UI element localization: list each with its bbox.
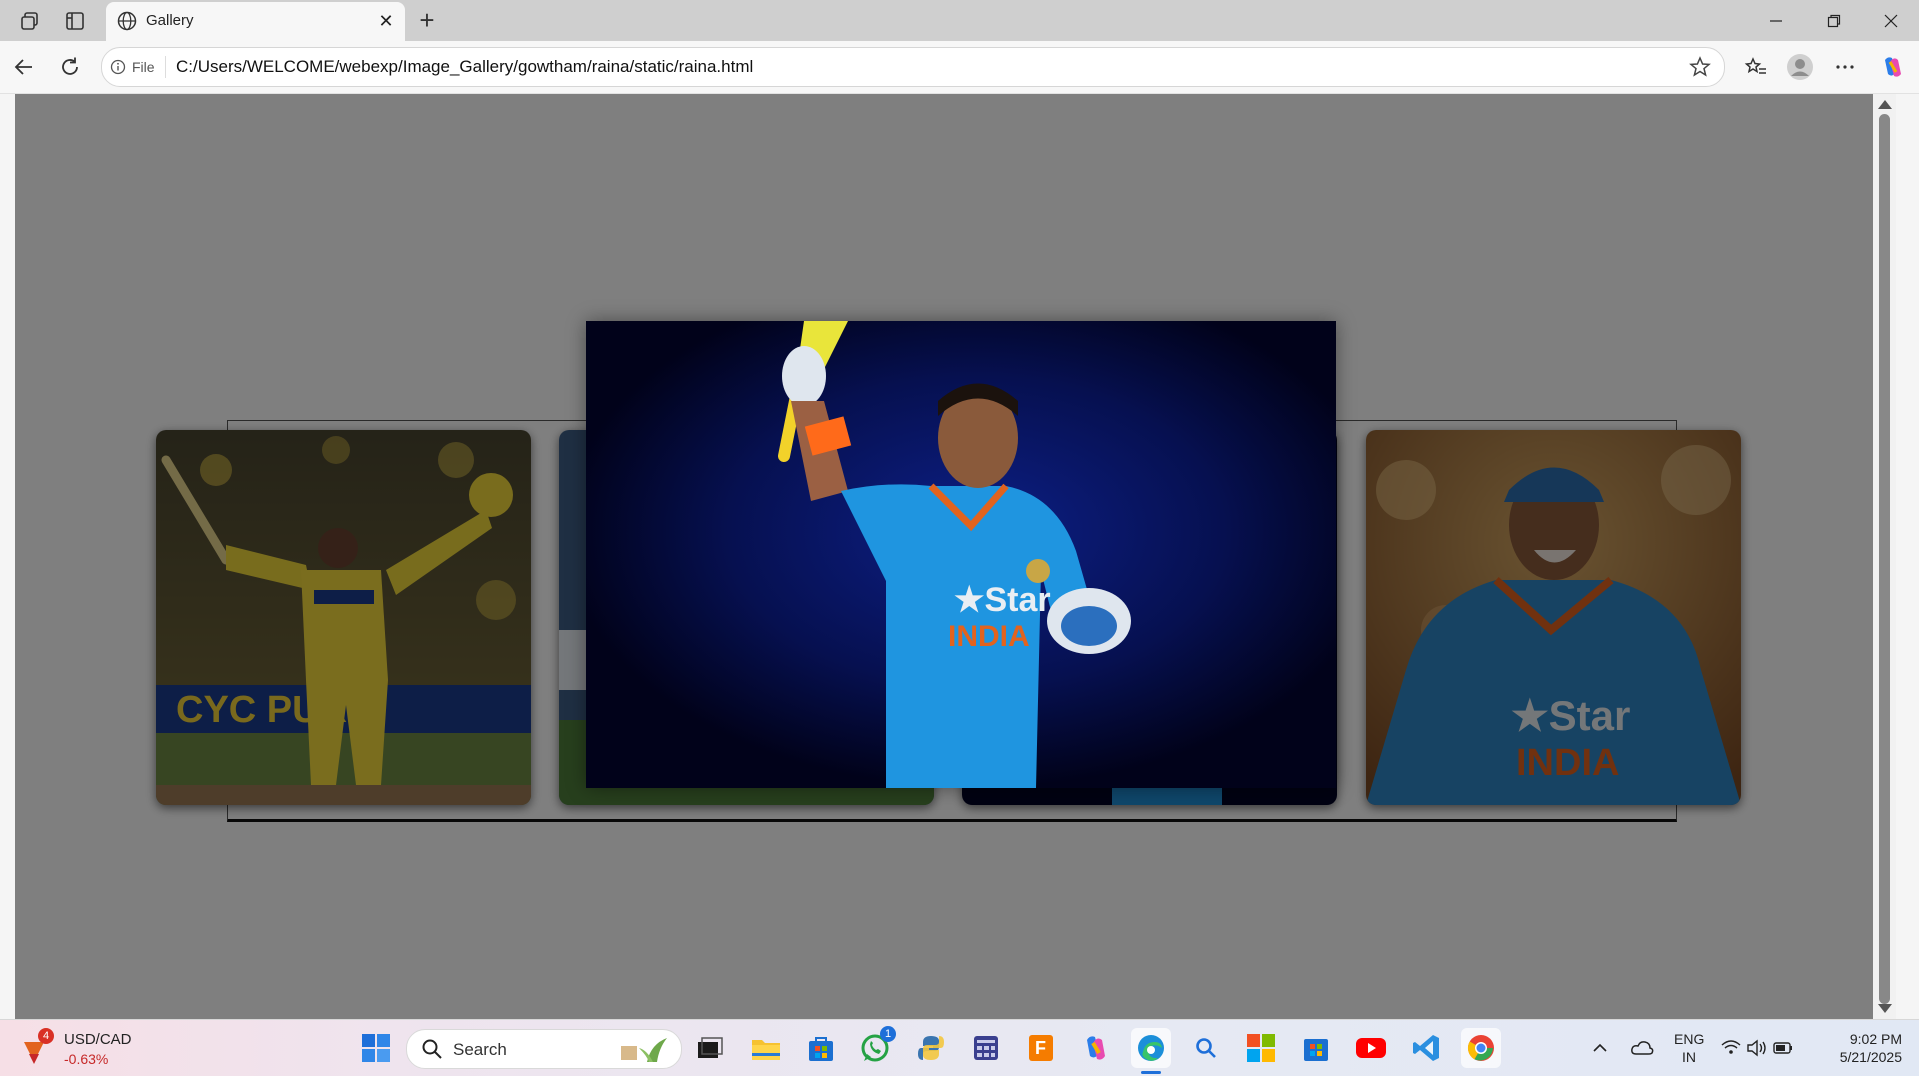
widgets-badge: 4	[38, 1028, 54, 1044]
tab-gallery[interactable]: Gallery ✕	[106, 2, 405, 41]
file-explorer-app[interactable]	[746, 1028, 786, 1068]
region-text: IN	[1682, 1049, 1696, 1065]
search-app[interactable]	[1186, 1028, 1226, 1068]
vscode-app[interactable]	[1406, 1028, 1446, 1068]
search-label: Search	[453, 1040, 507, 1059]
close-tab-icon[interactable]: ✕	[375, 10, 397, 32]
whatsapp-app[interactable]: 1	[856, 1026, 896, 1068]
edge-icon	[1138, 1035, 1164, 1061]
settings-more-button[interactable]	[1829, 51, 1861, 83]
grid-app-icon	[974, 1036, 998, 1060]
python-app[interactable]	[911, 1028, 951, 1068]
tab-strip: Gallery ✕ +	[0, 0, 1919, 41]
chrome-icon	[1467, 1035, 1494, 1061]
python-icon	[918, 1036, 944, 1060]
profile-button[interactable]	[1784, 51, 1816, 83]
onedrive-button[interactable]	[1622, 1028, 1662, 1068]
ticker-change: -0.63%	[64, 1051, 109, 1067]
quick-settings-button[interactable]	[1718, 1032, 1798, 1064]
f-app-icon: F	[1029, 1035, 1053, 1061]
clock[interactable]: 9:02 PM 5/21/2025	[1812, 1028, 1908, 1068]
chevron-up-icon	[1593, 1043, 1607, 1052]
clock-time: 9:02 PM	[1849, 1031, 1902, 1047]
vscode-icon	[1413, 1035, 1439, 1061]
close-window-button[interactable]	[1871, 6, 1911, 36]
edge-app[interactable]	[1131, 1028, 1171, 1074]
workspaces-icon[interactable]	[17, 8, 43, 34]
site-info-button[interactable]: File	[110, 56, 166, 78]
url-text[interactable]: C:/Users/WELCOME/webexp/Image_Gallery/go…	[176, 57, 753, 77]
page-viewport: CYC PUR	[0, 94, 1919, 1019]
microsoft-logo-icon	[1247, 1034, 1275, 1062]
widgets-button[interactable]: 4 USD/CAD -0.63%	[20, 1028, 140, 1070]
favorite-star-icon[interactable]	[1688, 55, 1712, 79]
calculator-app[interactable]	[966, 1028, 1006, 1068]
store-app-2[interactable]	[1296, 1028, 1336, 1068]
magnifier-icon	[1196, 1038, 1216, 1058]
fiverr-app[interactable]: F	[1021, 1028, 1061, 1068]
youtube-icon	[1356, 1038, 1386, 1058]
scroll-down-arrow-icon[interactable]	[1878, 1004, 1892, 1013]
scroll-up-arrow-icon[interactable]	[1878, 100, 1892, 109]
globe-icon	[117, 11, 137, 31]
avatar	[1787, 54, 1813, 80]
chrome-app[interactable]	[1461, 1028, 1501, 1068]
scroll-thumb[interactable]	[1879, 114, 1890, 1004]
svg-text:F: F	[1035, 1038, 1046, 1058]
tab-title: Gallery	[146, 12, 194, 29]
copilot-icon	[1087, 1036, 1105, 1060]
store-icon	[1304, 1039, 1328, 1061]
refresh-button[interactable]	[54, 51, 86, 83]
favorites-button[interactable]	[1740, 51, 1772, 83]
whatsapp-badge: 1	[880, 1026, 896, 1042]
info-icon	[110, 59, 126, 75]
lightbox-image[interactable]: ★Star INDIA	[586, 321, 1336, 788]
restore-button[interactable]	[1814, 6, 1854, 36]
back-arrow-icon	[14, 59, 32, 75]
refresh-icon	[62, 57, 78, 75]
svg-text:★Star: ★Star	[954, 581, 1051, 619]
folder-icon	[752, 1040, 780, 1060]
store-bag-icon	[809, 1037, 833, 1061]
copilot-button[interactable]	[1877, 51, 1909, 83]
minimize-button[interactable]	[1756, 6, 1796, 36]
raina-india-bat-raised-image: ★Star INDIA	[586, 321, 1336, 788]
copilot-icon	[1885, 57, 1901, 77]
taskbar: 4 USD/CAD -0.63% Search 1 F ENG IN 9:02 …	[0, 1019, 1919, 1076]
microsoft-app[interactable]	[1241, 1028, 1281, 1068]
browser-toolbar: File C:/Users/WELCOME/webexp/Image_Galle…	[0, 41, 1919, 94]
start-button[interactable]	[356, 1028, 396, 1068]
network-volume-battery-icons	[1721, 1039, 1792, 1057]
address-bar[interactable]: File C:/Users/WELCOME/webexp/Image_Galle…	[101, 47, 1725, 87]
search-icon	[422, 1039, 442, 1059]
show-hidden-icons-button[interactable]	[1580, 1028, 1620, 1068]
search-highlight-icon	[621, 1038, 667, 1062]
cloud-icon	[1631, 1041, 1654, 1055]
store-app[interactable]	[801, 1028, 841, 1068]
task-view-button[interactable]	[690, 1028, 730, 1068]
youtube-app[interactable]	[1351, 1028, 1391, 1068]
file-label: File	[132, 59, 155, 75]
copilot-app[interactable]	[1076, 1028, 1116, 1068]
clock-date: 5/21/2025	[1839, 1049, 1902, 1065]
more-dots-icon	[1836, 65, 1854, 69]
vertical-tabs-icon[interactable]	[62, 8, 88, 34]
vertical-scrollbar[interactable]	[1873, 94, 1896, 1019]
favorites-icon	[1744, 57, 1766, 74]
svg-text:INDIA: INDIA	[948, 620, 1030, 653]
language-indicator[interactable]: ENG IN	[1666, 1028, 1712, 1068]
ticker-symbol: USD/CAD	[64, 1031, 132, 1048]
task-view-icon	[698, 1037, 723, 1058]
new-tab-button[interactable]: +	[412, 6, 442, 36]
language-text: ENG	[1674, 1031, 1705, 1047]
back-button[interactable]	[8, 51, 40, 83]
windows-icon	[362, 1034, 390, 1062]
gallery-page: CYC PUR	[15, 94, 1896, 1019]
active-app-indicator	[1141, 1071, 1161, 1074]
taskbar-search[interactable]: Search	[406, 1029, 682, 1069]
